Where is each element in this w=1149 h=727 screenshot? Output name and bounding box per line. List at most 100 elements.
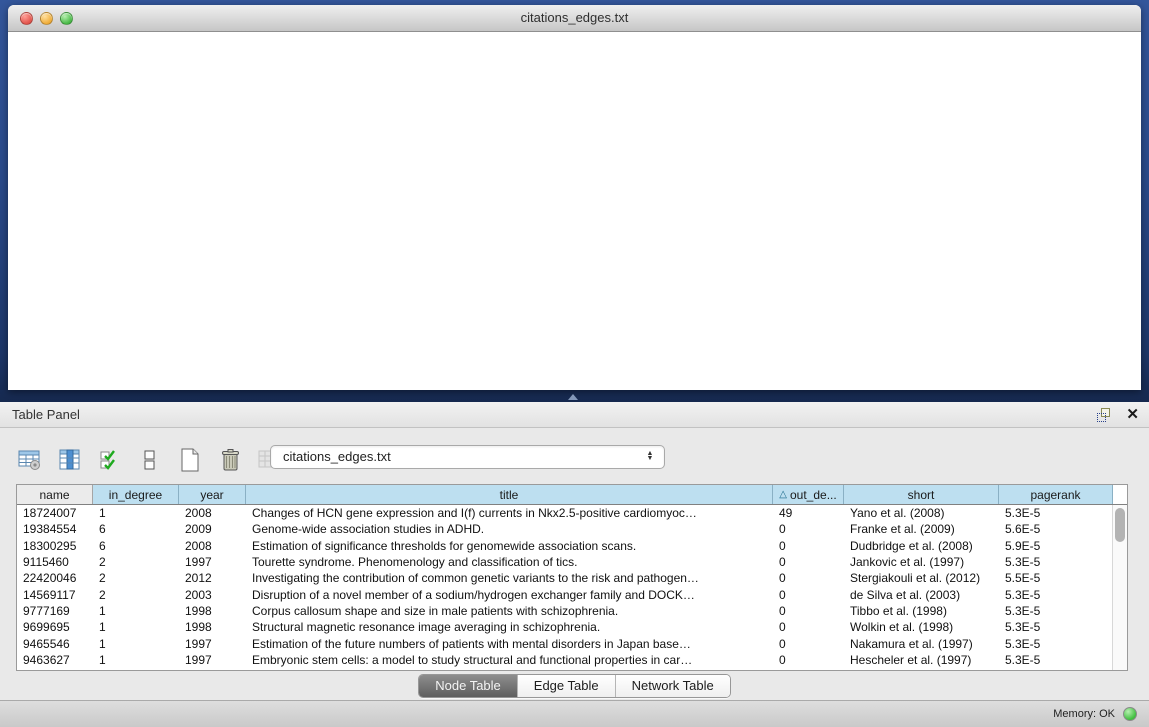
table-column-icon[interactable] (54, 445, 86, 475)
column-header-title[interactable]: title (246, 485, 773, 504)
node-table-body: 1872400712008Changes of HCN gene express… (17, 505, 1127, 668)
network-view-desktop: citations_edges.txt (0, 0, 1149, 402)
table-cell: Stergiakouli et al. (2012) (844, 570, 999, 586)
table-cell: 0 (773, 603, 844, 619)
table-cell: 0 (773, 538, 844, 554)
table-vertical-scrollbar[interactable] (1112, 505, 1127, 670)
network-graph-canvas[interactable] (8, 32, 1139, 389)
table-cell: 14569117 (17, 587, 93, 603)
table-cell: 2 (93, 554, 179, 570)
status-bar: Memory: OK (0, 700, 1149, 727)
table-cell: 1 (93, 619, 179, 635)
table-cell: 5.3E-5 (999, 603, 1113, 619)
table-cell: 6 (93, 521, 179, 537)
table-cell: Wolkin et al. (1998) (844, 619, 999, 635)
network-window-titlebar[interactable]: citations_edges.txt (8, 5, 1141, 32)
dropdown-stepper-icon: ▲▼ (644, 447, 656, 467)
column-header-year[interactable]: year (179, 485, 246, 504)
table-row[interactable]: 969969511998Structural magnetic resonanc… (17, 619, 1127, 635)
table-selector-value: citations_edges.txt (283, 449, 391, 464)
table-cell: 2012 (179, 570, 246, 586)
cytoscape-app: citations_edges.txt Table Panel ✕ f(x) c… (0, 0, 1149, 727)
table-settings-icon[interactable] (14, 445, 46, 475)
table-cell: Corpus callosum shape and size in male p… (246, 603, 773, 619)
scrollbar-thumb[interactable] (1115, 508, 1125, 542)
column-header-out_de[interactable]: △out_de... (773, 485, 844, 504)
table-cell: Nakamura et al. (1997) (844, 636, 999, 652)
table-cell: 0 (773, 521, 844, 537)
column-header-name[interactable]: name (17, 485, 93, 504)
table-cell: Genome-wide association studies in ADHD. (246, 521, 773, 537)
table-panel-body: f(x) citations_edges.txt ▲▼ namein_degre… (0, 428, 1149, 700)
table-cell: 5.3E-5 (999, 619, 1113, 635)
table-cell: 1998 (179, 603, 246, 619)
table-row[interactable]: 911546021997Tourette syndrome. Phenomeno… (17, 554, 1127, 570)
table-cell: 1 (93, 652, 179, 668)
splitter-handle-icon[interactable] (568, 394, 578, 400)
table-cell: 5.5E-5 (999, 570, 1113, 586)
column-header-short[interactable]: short (844, 485, 999, 504)
table-cell: Embryonic stem cells: a model to study s… (246, 652, 773, 668)
column-header-in_degree[interactable]: in_degree (93, 485, 179, 504)
table-cell: 2 (93, 587, 179, 603)
table-row[interactable]: 1456911722003Disruption of a novel membe… (17, 587, 1127, 603)
table-cell: Structural magnetic resonance image aver… (246, 619, 773, 635)
table-cell: 18724007 (17, 505, 93, 521)
column-visibility-icon[interactable] (94, 445, 126, 475)
new-column-icon[interactable] (174, 445, 206, 475)
table-cell: 5.6E-5 (999, 521, 1113, 537)
table-cell: 2008 (179, 505, 246, 521)
table-cell: 2003 (179, 587, 246, 603)
table-cell: 0 (773, 652, 844, 668)
tab-network-table[interactable]: Network Table (616, 675, 730, 697)
table-cell: Franke et al. (2009) (844, 521, 999, 537)
table-row[interactable]: 2242004622012Investigating the contribut… (17, 570, 1127, 586)
network-view-window: citations_edges.txt (8, 5, 1141, 390)
table-cell: Investigating the contribution of common… (246, 570, 773, 586)
tab-node-table[interactable]: Node Table (419, 675, 518, 697)
table-cell: 1 (93, 505, 179, 521)
tab-edge-table[interactable]: Edge Table (518, 675, 616, 697)
table-cell: Tourette syndrome. Phenomenology and cla… (246, 554, 773, 570)
table-row[interactable]: 1830029562008Estimation of significance … (17, 538, 1127, 554)
table-cell: Yano et al. (2008) (844, 505, 999, 521)
table-cell: 19384554 (17, 521, 93, 537)
table-cell: 1 (93, 603, 179, 619)
table-row[interactable]: 1872400712008Changes of HCN gene express… (17, 505, 1127, 521)
table-cell: 0 (773, 636, 844, 652)
table-row[interactable]: 1938455462009Genome-wide association stu… (17, 521, 1127, 537)
table-cell: 9463627 (17, 652, 93, 668)
table-cell: 1997 (179, 652, 246, 668)
table-cell: 2008 (179, 538, 246, 554)
close-panel-icon[interactable]: ✕ (1126, 405, 1139, 423)
table-cell: 9465546 (17, 636, 93, 652)
table-cell: 2 (93, 570, 179, 586)
table-cell: Hescheler et al. (1997) (844, 652, 999, 668)
memory-ok-indicator[interactable] (1123, 707, 1137, 721)
table-cell: 0 (773, 554, 844, 570)
table-cell: Disruption of a novel member of a sodium… (246, 587, 773, 603)
table-cell: Estimation of significance thresholds fo… (246, 538, 773, 554)
table-cell: Changes of HCN gene expression and I(f) … (246, 505, 773, 521)
table-cell: 1997 (179, 554, 246, 570)
table-row[interactable]: 946362711997Embryonic stem cells: a mode… (17, 652, 1127, 668)
delete-column-icon[interactable] (214, 445, 246, 475)
table-cell: Dudbridge et al. (2008) (844, 538, 999, 554)
table-cell: 9699695 (17, 619, 93, 635)
float-panel-icon[interactable] (1097, 407, 1113, 423)
table-cell: 9115460 (17, 554, 93, 570)
table-row[interactable]: 946554611997Estimation of the future num… (17, 636, 1127, 652)
table-cell: 6 (93, 538, 179, 554)
table-panel-header: Table Panel ✕ (0, 402, 1149, 428)
table-cell: 5.3E-5 (999, 636, 1113, 652)
table-cell: 1997 (179, 636, 246, 652)
node-table: namein_degreeyeartitle△out_de...shortpag… (16, 484, 1128, 671)
table-row[interactable]: 977716911998Corpus callosum shape and si… (17, 603, 1127, 619)
table-selector-dropdown[interactable]: citations_edges.txt ▲▼ (270, 445, 665, 469)
table-cell: 1 (93, 636, 179, 652)
row-height-icon[interactable] (134, 445, 166, 475)
table-cell: 5.3E-5 (999, 652, 1113, 668)
table-cell: 2009 (179, 521, 246, 537)
column-header-pagerank[interactable]: pagerank (999, 485, 1113, 504)
table-cell: 0 (773, 570, 844, 586)
